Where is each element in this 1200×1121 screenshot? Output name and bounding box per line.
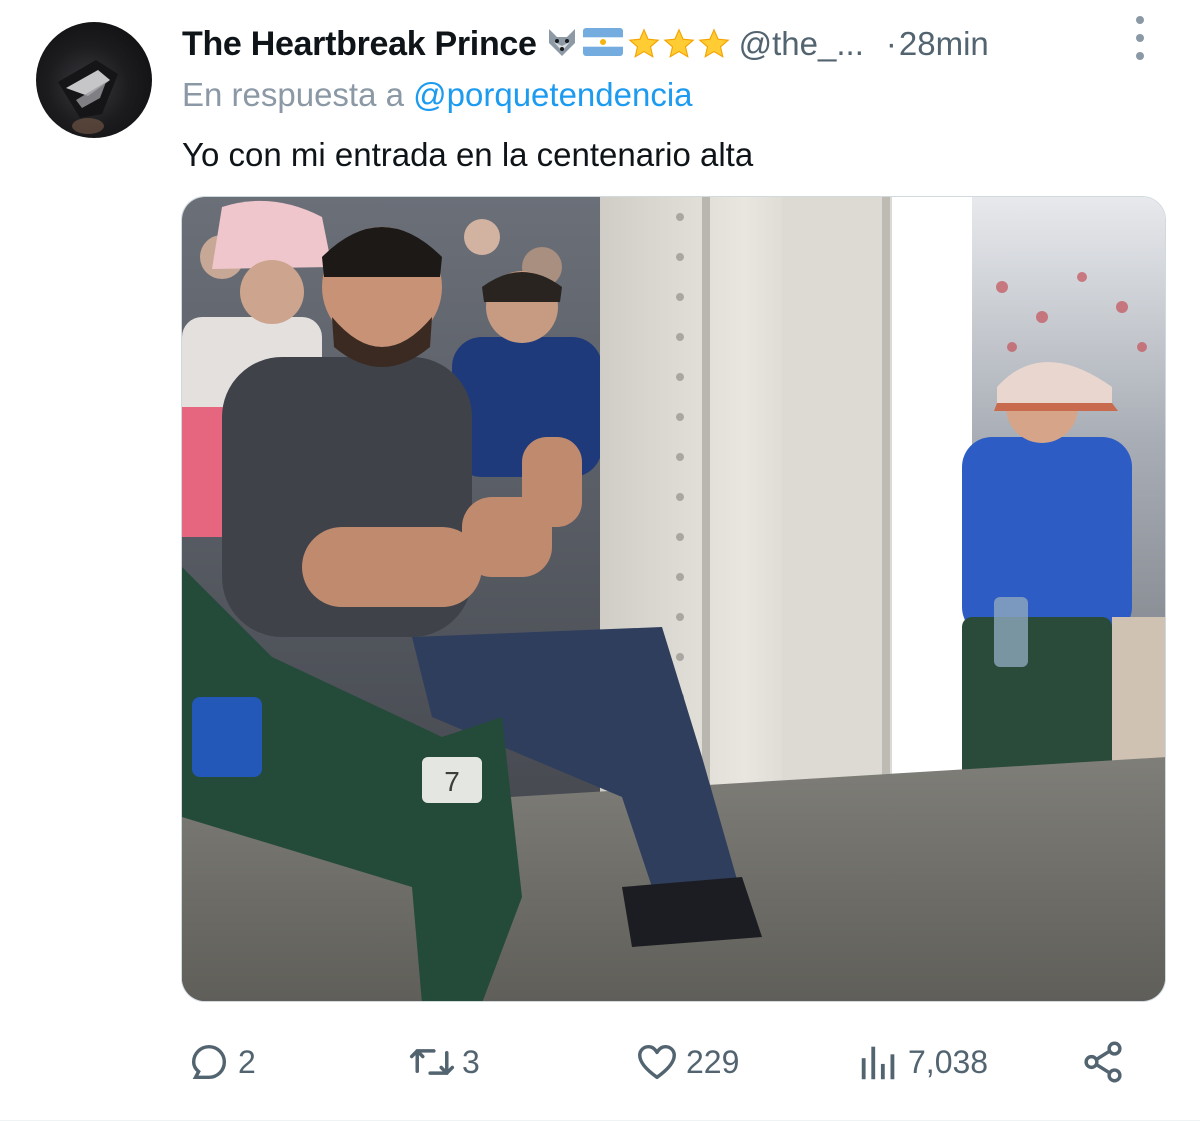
tweet-text: Yo con mi entrada en la centenario alta bbox=[182, 136, 754, 173]
like-count: 229 bbox=[686, 1043, 740, 1080]
retweet-icon bbox=[408, 1039, 456, 1085]
tweet-actions-bar: 2 3 229 7,038 bbox=[186, 1036, 1126, 1088]
timestamp[interactable]: 28min bbox=[899, 25, 989, 63]
star-icon bbox=[663, 28, 695, 58]
seat-number-label: 7 bbox=[444, 766, 460, 797]
tweet-photo[interactable]: 7 bbox=[181, 196, 1166, 1002]
display-name[interactable]: The Heartbreak Prince bbox=[182, 25, 537, 64]
avatar[interactable] bbox=[36, 22, 152, 138]
argentina-flag-icon bbox=[582, 27, 623, 61]
reply-count: 2 bbox=[238, 1043, 256, 1080]
star-badges bbox=[627, 27, 731, 61]
user-handle[interactable]: @the_... bbox=[739, 25, 864, 63]
star-icon bbox=[628, 28, 660, 58]
dot-icon bbox=[1136, 52, 1144, 60]
wolf-emoji-icon bbox=[545, 25, 579, 64]
separator-dot: · bbox=[885, 25, 897, 62]
views-button[interactable]: 7,038 bbox=[856, 1036, 988, 1088]
reply-icon bbox=[186, 1039, 232, 1085]
tweet-header: The Heartbreak Prince @the_... · 28min bbox=[182, 18, 1160, 70]
star-icon bbox=[698, 28, 730, 58]
more-options-button[interactable] bbox=[1128, 16, 1152, 60]
heart-icon bbox=[634, 1039, 680, 1085]
share-button[interactable] bbox=[1080, 1036, 1126, 1088]
retweet-button[interactable]: 3 bbox=[408, 1036, 480, 1088]
profile-badges bbox=[545, 25, 731, 64]
retweet-count: 3 bbox=[462, 1043, 480, 1080]
reply-prefix: En respuesta a bbox=[182, 76, 404, 113]
dot-icon bbox=[1136, 34, 1144, 42]
like-button[interactable]: 229 bbox=[634, 1036, 739, 1088]
analytics-icon bbox=[856, 1039, 902, 1085]
tweet-card: The Heartbreak Prince @the_... · 28min E… bbox=[0, 0, 1200, 1121]
dot-icon bbox=[1136, 16, 1144, 24]
reply-mention-link[interactable]: @porquetendencia bbox=[413, 76, 692, 113]
reply-button[interactable]: 2 bbox=[186, 1036, 256, 1088]
reply-context: En respuesta a @porquetendencia bbox=[182, 76, 693, 114]
view-count: 7,038 bbox=[908, 1043, 989, 1080]
share-icon bbox=[1080, 1039, 1126, 1085]
